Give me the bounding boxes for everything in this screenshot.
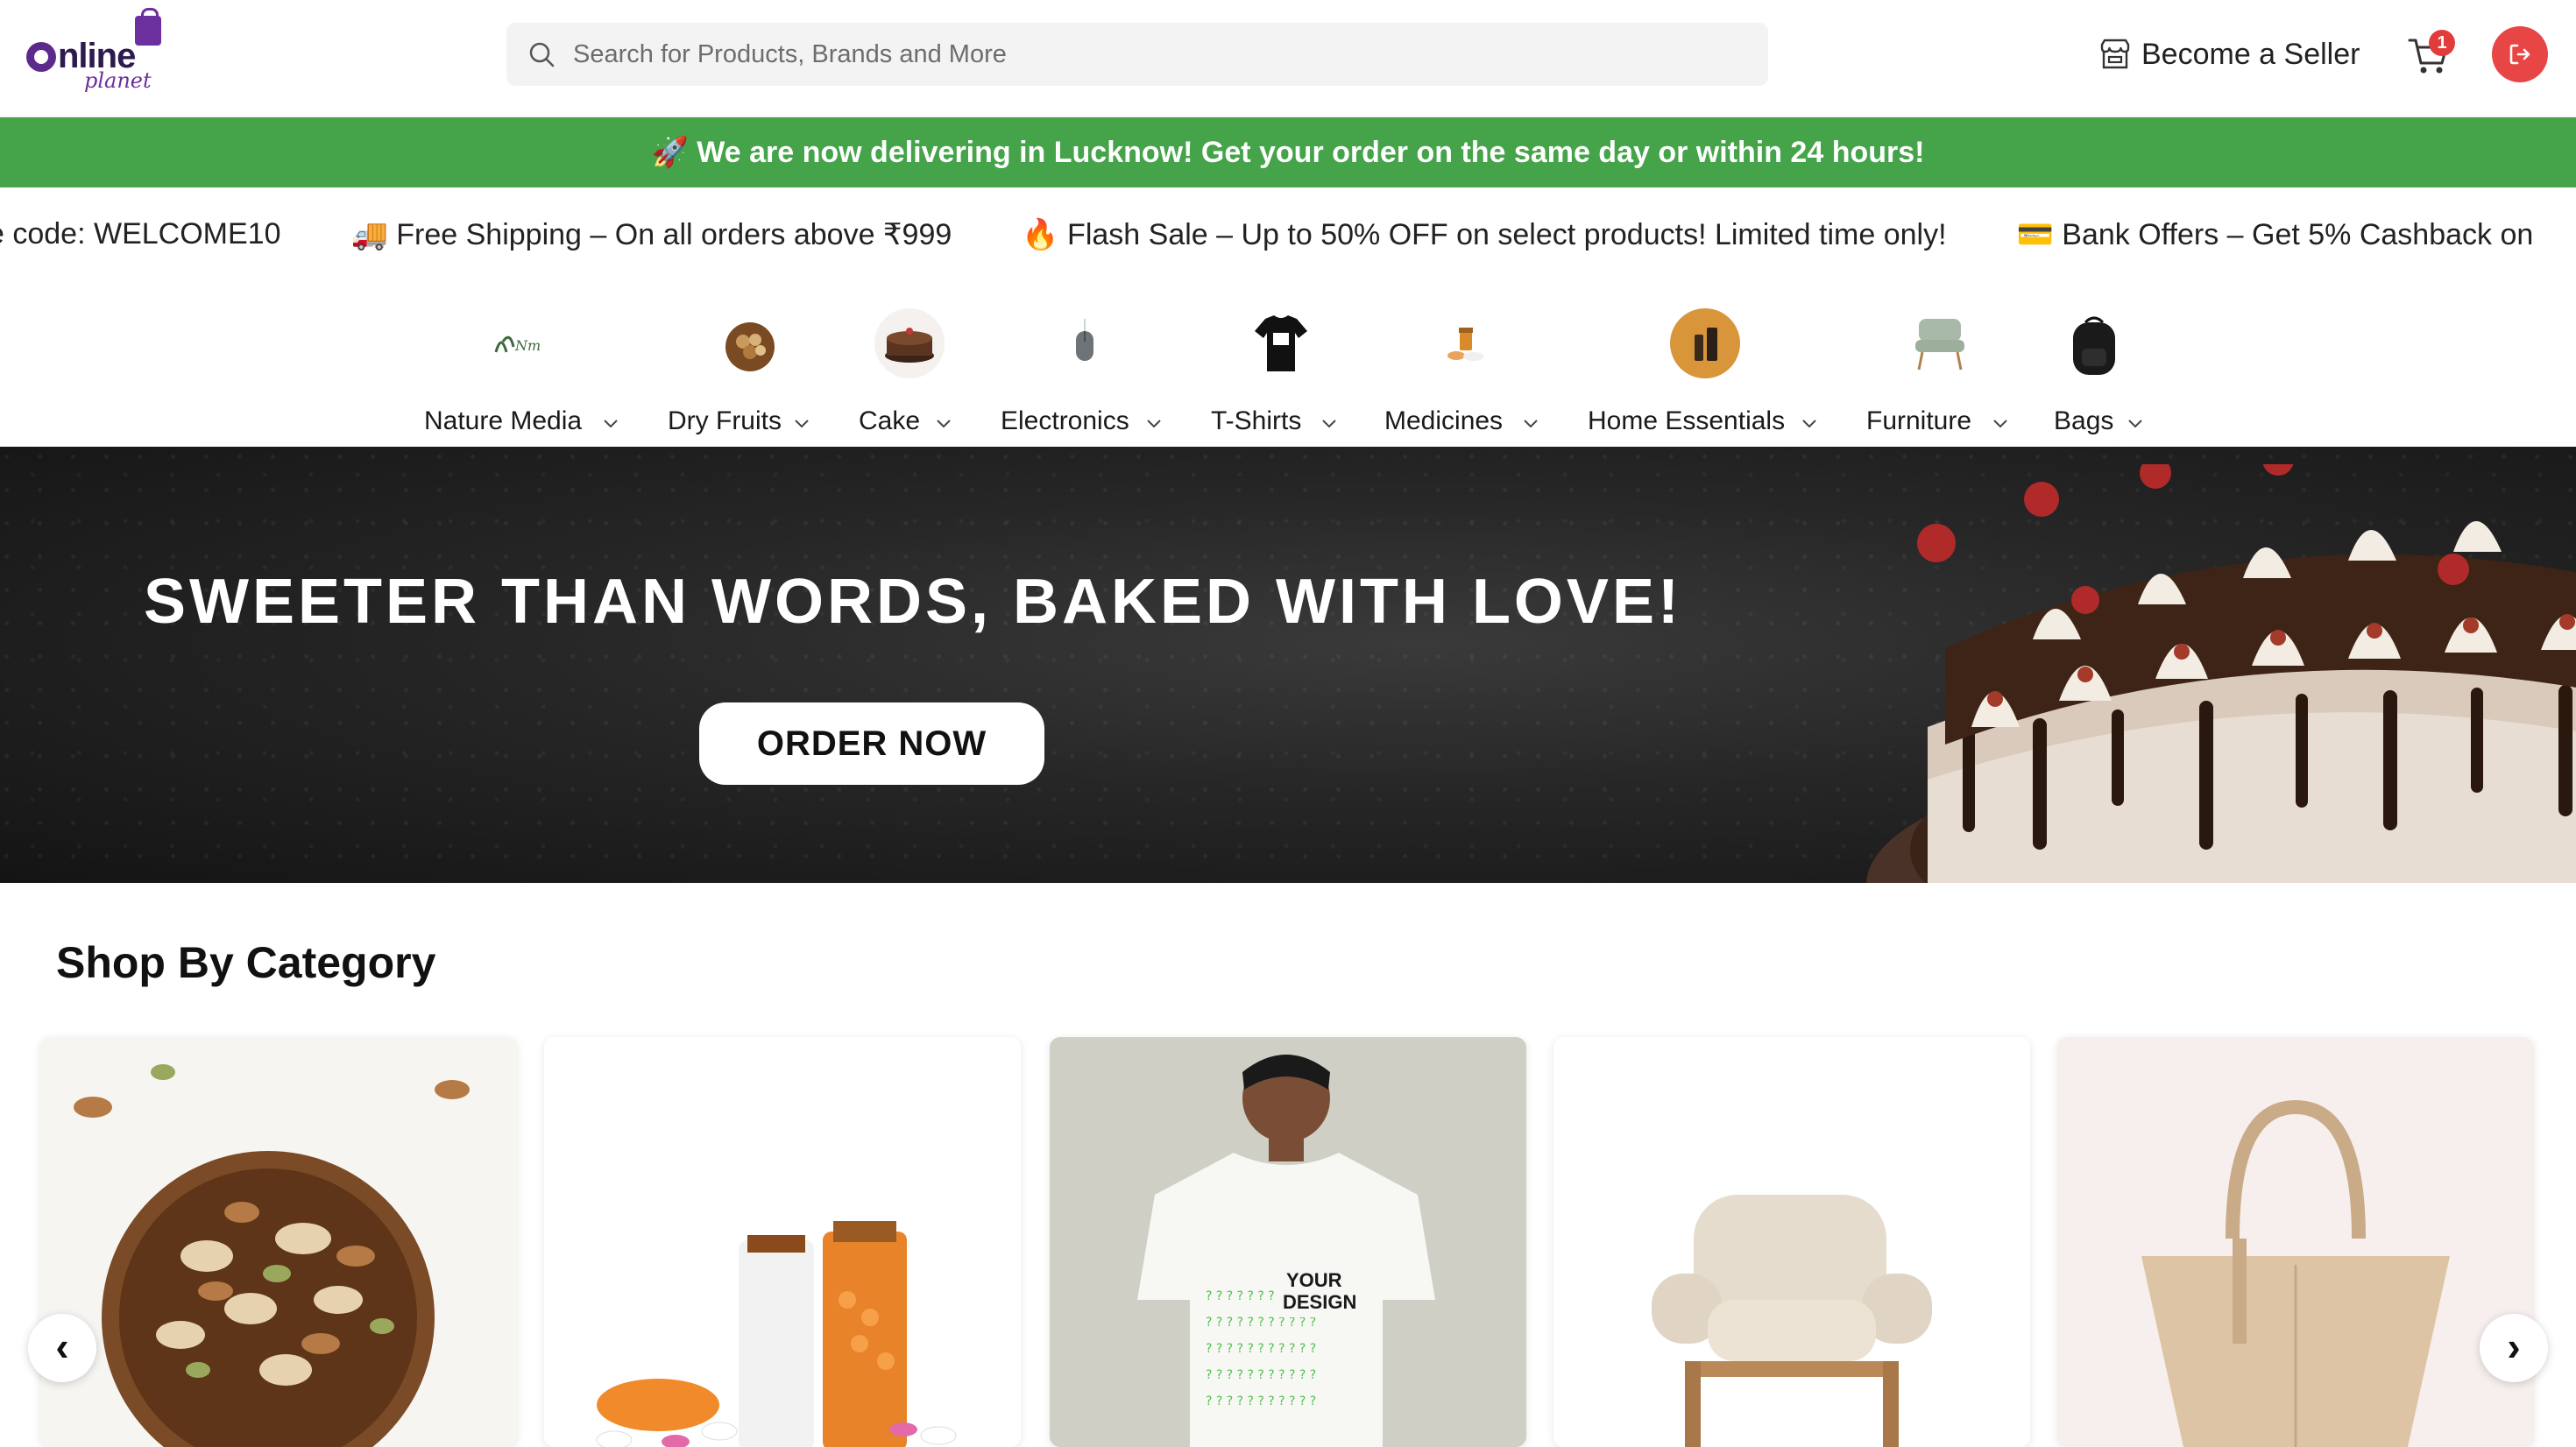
category-bags[interactable]: Bags [2054,307,2150,438]
category-t-shirts[interactable]: T-Shirts [1211,307,1342,438]
ticker-item-bank-offers: 💳 Bank Offers – Get 5% Cashback on [2016,218,2534,251]
chevron-down-icon [604,420,618,428]
category-electronics[interactable]: Electronics [1001,307,1172,438]
ticker-item-flash-sale: 🔥 Flash Sale – Up to 50% OFF on select p… [1022,218,1947,251]
search-bar[interactable] [506,23,1768,86]
chevron-down-icon [1802,420,1816,428]
become-seller-link[interactable]: Become a Seller [2098,33,2360,75]
category-card-furniture[interactable] [1553,1037,2030,1447]
svg-text:? ? ? ? ? ? ? ? ? ? ?: ? ? ? ? ? ? ? ? ? ? ? [1206,1368,1316,1382]
home-essentials-icon [1670,308,1740,378]
dry-fruits-icon [725,322,775,371]
armchair-image [1553,1037,2030,1447]
dry-fruits-bowl-image [40,1037,517,1447]
store-icon [2100,39,2130,69]
logo-subtext: planet [84,68,152,93]
logo-globe-icon [26,42,56,72]
svg-text:Nm: Nm [514,337,541,354]
category-furniture[interactable]: Furniture [1866,307,2017,438]
mouse-icon [1076,319,1093,361]
category-label: Cake [859,406,921,435]
chevron-down-icon [2128,420,2142,428]
category-label: Bags [2054,406,2114,435]
carousel-next-button[interactable]: › [2480,1314,2548,1382]
hero-banner: SWEETER THAN WORDS, BAKED WITH LOVE! ORD… [0,447,2576,883]
search-input[interactable] [573,23,1747,86]
tshirt-print-line2: DESIGN [1283,1291,1356,1313]
svg-text:? ? ? ? ? ? ? ? ? ? ?: ? ? ? ? ? ? ? ? ? ? ? [1206,1394,1316,1408]
become-seller-label: Become a Seller [2141,37,2360,71]
custom-tshirt-model-image: ? ? ? ? ? ? ? ? ? ? ? ? ? ? ? ? ? ? ? ? … [1050,1037,1526,1447]
hero-title: SWEETER THAN WORDS, BAKED WITH LOVE! [144,567,1682,637]
offers-ticker: e code: WELCOME10 🚚 Free Shipping – On a… [0,187,2576,284]
delivery-announcement: 🚀 We are now delivering in Lucknow! Get … [0,117,2576,187]
chevron-down-icon [1524,420,1538,428]
cart-count-badge: 1 [2429,30,2455,56]
category-label: Nature Media [424,406,583,435]
category-label: Medicines [1384,406,1504,435]
chevron-down-icon [795,420,809,428]
category-nature-media[interactable]: Nm Nature Media [424,307,626,438]
category-label: Dry Fruits [668,406,782,435]
online-planet-logo[interactable]: nline planet [26,8,184,96]
tshirt-print-line1: YOUR [1286,1269,1342,1291]
category-label: T-Shirts [1211,406,1302,435]
cake-icon [874,308,945,378]
chevron-down-icon [937,420,951,428]
category-card-medicines[interactable] [544,1037,1021,1447]
category-label: Furniture [1866,406,1972,435]
svg-text:? ? ? ? ? ? ? ? ? ? ?: ? ? ? ? ? ? ? ? ? ? ? [1206,1316,1316,1330]
cake-image [1866,464,2576,883]
tshirt-icon [1255,315,1307,371]
backpack-icon [2073,316,2115,375]
category-nav: Nm Nature Media Dry Fruits Cake Electron… [0,284,2576,447]
category-card-t-shirts[interactable]: ? ? ? ? ? ? ? ? ? ? ? ? ? ? ? ? ? ? ? ? … [1050,1037,1526,1447]
logout-button[interactable] [2492,26,2548,82]
search-icon [529,42,555,67]
medicines-icon [1447,328,1484,361]
chevron-down-icon [1322,420,1336,428]
ticker-item-coupon: e code: WELCOME10 [0,217,281,251]
category-dry-fruits[interactable]: Dry Fruits [668,307,817,438]
category-label: Electronics [1001,406,1129,435]
ticker-item-free-shipping: 🚚 Free Shipping – On all orders above ₹9… [350,218,952,251]
svg-text:? ? ? ? ? ? ? ? ? ? ?: ? ? ? ? ? ? ? ? ? ? ? [1206,1342,1316,1356]
shopping-bag-icon [135,8,161,46]
logout-icon [2509,44,2530,65]
nature-media-logo-icon: Nm [494,335,541,354]
chevron-down-icon [1147,420,1161,428]
tote-bag-image [2057,1037,2534,1447]
chevron-down-icon [1993,420,2007,428]
shop-by-category-title: Shop By Category [56,938,436,987]
top-header: nline planet Become a Seller 1 [0,0,2576,117]
category-medicines[interactable]: Medicines [1384,307,1547,438]
chair-icon [1915,319,1964,371]
medicine-bottles-image [544,1037,1021,1447]
category-cake[interactable]: Cake [859,307,955,438]
category-card-dry-fruits[interactable] [40,1037,517,1447]
cart-button[interactable]: 1 [2406,30,2455,79]
carousel-prev-button[interactable]: ‹ [28,1314,96,1382]
category-home-essentials[interactable]: Home Essentials [1588,307,1824,438]
category-card-bags[interactable] [2057,1037,2534,1447]
category-label: Home Essentials [1588,406,1786,435]
order-now-button[interactable]: ORDER NOW [699,702,1044,785]
